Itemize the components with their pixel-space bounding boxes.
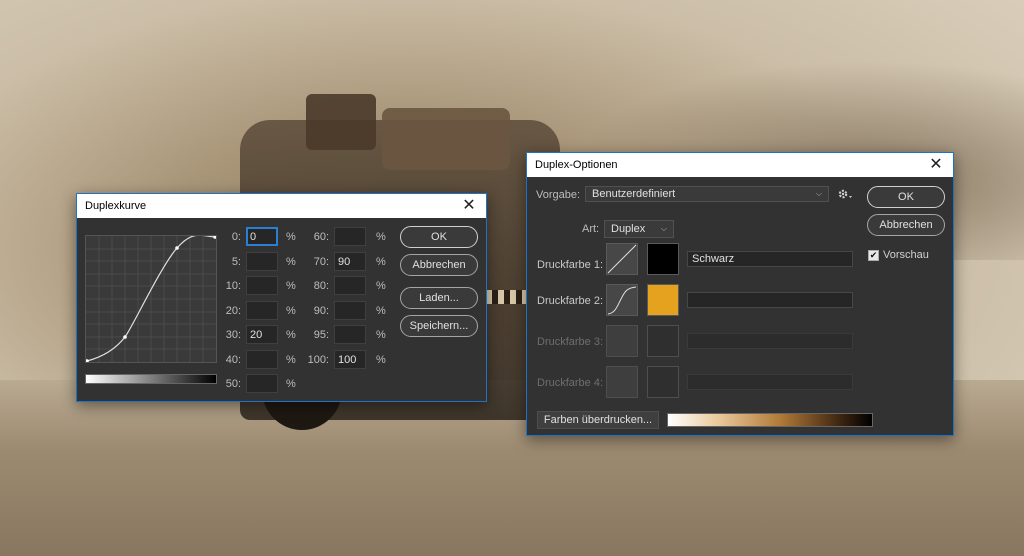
ink-1-label: Druckfarbe 1: xyxy=(537,259,604,271)
ok-button[interactable]: OK xyxy=(867,186,945,208)
background-luggage xyxy=(382,108,510,170)
ink-1-name-field[interactable] xyxy=(687,251,853,267)
preset-label: Vorgabe: xyxy=(536,189,581,201)
label-5: 5: xyxy=(231,256,241,268)
field-95[interactable] xyxy=(334,325,366,344)
duplexkurve-body: 0: % 5: % 10: % 20: % 30: % 40: % 50: % … xyxy=(77,218,486,401)
gear-icon[interactable] xyxy=(837,187,853,201)
save-button[interactable]: Speichern... xyxy=(400,315,478,337)
type-label: Art: xyxy=(582,223,600,235)
overprint-colors-button[interactable]: Farben überdrucken... xyxy=(537,411,659,429)
field-10[interactable] xyxy=(246,276,278,295)
ink-4-name-field xyxy=(687,374,853,390)
duplex-options-titlebar: Duplex-Optionen ✕ xyxy=(527,153,953,177)
ink-2-label: Druckfarbe 2: xyxy=(537,295,604,307)
label-20: 20: xyxy=(225,305,241,317)
ink-4-label: Druckfarbe 4: xyxy=(537,377,604,389)
field-80[interactable] xyxy=(334,276,366,295)
close-icon[interactable]: ✕ xyxy=(927,157,945,173)
label-0: 0: xyxy=(231,231,241,243)
preview-checkbox[interactable]: ✔ xyxy=(868,250,879,261)
ink-3-color-swatch xyxy=(647,325,679,357)
duplex-options-title: Duplex-Optionen xyxy=(535,159,618,171)
curve-graph-svg xyxy=(85,234,217,363)
ink-1-curve-button[interactable] xyxy=(606,243,638,275)
background-luggage xyxy=(306,94,376,150)
chevron-down-icon: ⌵ xyxy=(815,189,822,198)
percent-70: % xyxy=(376,256,386,268)
ink-3-name-field xyxy=(687,333,853,349)
ink-2-curve-button[interactable] xyxy=(606,284,638,316)
cancel-button[interactable]: Abbrechen xyxy=(867,214,945,236)
label-10: 10: xyxy=(225,280,241,292)
field-60[interactable] xyxy=(334,227,366,246)
percent-5: % xyxy=(286,256,296,268)
percent-0: % xyxy=(286,231,296,243)
percent-20: % xyxy=(286,305,296,317)
duplexkurve-title: Duplexkurve xyxy=(85,200,147,212)
duplexkurve-dialog: Duplexkurve ✕ 0: 0 % 5: % 10: % 20: % 30… xyxy=(76,193,487,402)
percent-100: % xyxy=(376,354,386,366)
label-50: 50: xyxy=(225,378,241,390)
preset-select[interactable]: Benutzerdefiniert ⌵ xyxy=(585,186,829,202)
curve-graph[interactable] xyxy=(85,234,217,363)
field-50[interactable] xyxy=(246,374,278,393)
label-30: 30: xyxy=(225,329,241,341)
field-100[interactable] xyxy=(334,350,366,369)
label-70: 70: xyxy=(313,256,329,268)
ink-1-color-swatch[interactable] xyxy=(647,243,679,275)
label-90: 90: xyxy=(313,305,329,317)
background-checker-pattern xyxy=(486,290,530,304)
field-0[interactable] xyxy=(246,227,278,246)
duotone-gradient-preview xyxy=(667,413,873,427)
duplexkurve-titlebar: Duplexkurve ✕ xyxy=(77,194,486,218)
percent-40: % xyxy=(286,354,296,366)
ink-2-color-swatch[interactable] xyxy=(647,284,679,316)
label-60: 60: xyxy=(313,231,329,243)
field-30[interactable] xyxy=(246,325,278,344)
duplex-options-dialog: Duplex-Optionen ✕ Vorgabe: Benutzerdefin… xyxy=(526,152,954,436)
percent-60: % xyxy=(376,231,386,243)
field-40[interactable] xyxy=(246,350,278,369)
label-80: 80: xyxy=(313,280,329,292)
preset-value: Benutzerdefiniert xyxy=(592,188,676,200)
field-90[interactable] xyxy=(334,301,366,320)
type-select[interactable]: Duplex ⌵ xyxy=(604,220,674,238)
label-40: 40: xyxy=(225,354,241,366)
chevron-down-icon: ⌵ xyxy=(660,224,667,233)
percent-80: % xyxy=(376,280,386,292)
ink-3-curve-button xyxy=(606,325,638,357)
ink-3-label: Druckfarbe 3: xyxy=(537,336,604,348)
percent-10: % xyxy=(286,280,296,292)
cancel-button[interactable]: Abbrechen xyxy=(400,254,478,276)
preview-label[interactable]: Vorschau xyxy=(883,249,929,261)
curve-gradient-bar xyxy=(85,374,217,384)
percent-50: % xyxy=(286,378,296,390)
ink-4-curve-button xyxy=(606,366,638,398)
ok-button[interactable]: OK xyxy=(400,226,478,248)
ink-4-color-swatch xyxy=(647,366,679,398)
percent-30: % xyxy=(286,329,296,341)
field-5[interactable] xyxy=(246,252,278,271)
percent-95: % xyxy=(376,329,386,341)
duplex-options-body: Vorgabe: Benutzerdefiniert ⌵ Art: Duplex… xyxy=(527,177,953,435)
ink-2-name-field[interactable] xyxy=(687,292,853,308)
label-95: 95: xyxy=(313,329,329,341)
load-button[interactable]: Laden... xyxy=(400,287,478,309)
label-100: 100: xyxy=(307,354,329,366)
percent-90: % xyxy=(376,305,386,317)
close-icon[interactable]: ✕ xyxy=(460,198,478,214)
field-20[interactable] xyxy=(246,301,278,320)
field-70[interactable] xyxy=(334,252,366,271)
type-value: Duplex xyxy=(611,223,646,235)
